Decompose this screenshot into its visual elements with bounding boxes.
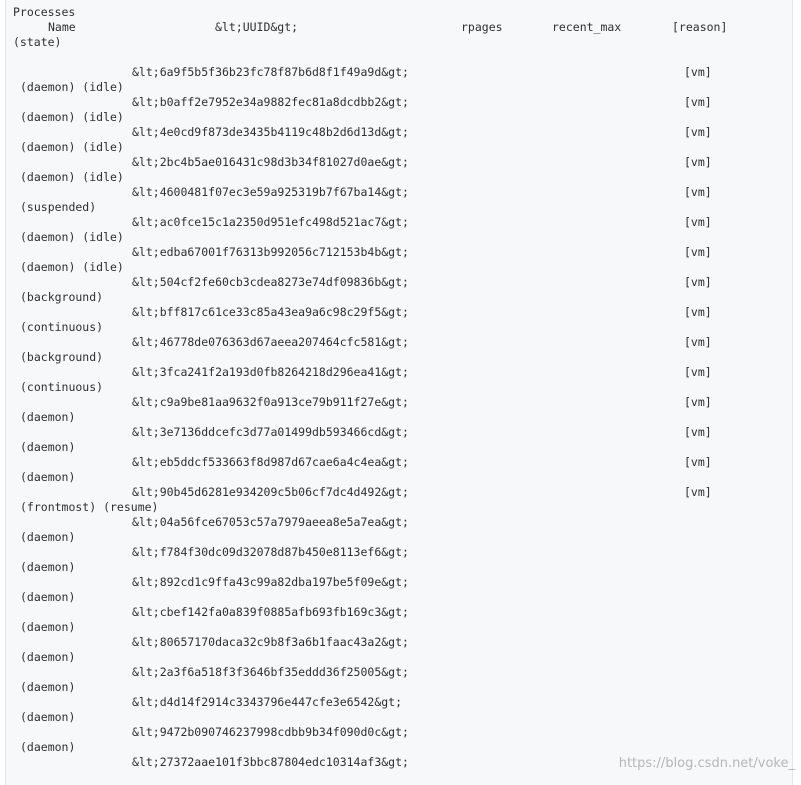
process-reason: [vm] [684, 425, 712, 439]
process-state: (daemon) (idle) [20, 80, 124, 94]
process-reason: [vm] [684, 155, 712, 169]
header-state-line: (state) [6, 35, 61, 50]
process-uuid: &lt;2a3f6a518f3f3646bf35eddd36f25005&gt; [132, 665, 409, 679]
process-uuid: &lt;d4d14f2914c3343796e447cfe3e6542&gt; [132, 695, 403, 709]
header-name: Name [48, 20, 76, 34]
process-state: (daemon) [20, 440, 76, 454]
header-reason: [reason] [672, 20, 728, 34]
process-uuid: &lt;f784f30dc09d32078d87b450e8113ef6&gt; [132, 545, 409, 559]
process-uuid: &lt;80657170daca32c9b8f3a6b1faac43a2&gt; [132, 635, 409, 649]
process-reason: [vm] [684, 395, 712, 409]
header-uuid: &lt;UUID&gt; [215, 20, 299, 34]
process-reason: [vm] [684, 335, 712, 349]
process-uuid: &lt;eb5ddcf533663f8d987d67cae6a4c4ea&gt; [132, 455, 409, 469]
process-state: (daemon) [20, 590, 76, 604]
process-uuid: &lt;ac0fce15c1a2350d951efc498d521ac7&gt; [132, 215, 409, 229]
process-state: (suspended) [20, 200, 97, 214]
process-uuid: &lt;504cf2fe60cb3cdea8273e74df09836b&gt; [132, 275, 409, 289]
process-state: (daemon) [20, 650, 76, 664]
process-state: (continuous) [20, 320, 104, 334]
process-state: (daemon) (idle) [20, 110, 124, 124]
process-uuid: &lt;4e0cd9f873de3435b4119c48b2d6d13d&gt; [132, 125, 409, 139]
process-reason: [vm] [684, 365, 712, 379]
process-state: (daemon) [20, 680, 76, 694]
process-uuid: &lt;2bc4b5ae016431c98d3b34f81027d0ae&gt; [132, 155, 409, 169]
process-state: (daemon) (idle) [20, 260, 124, 274]
header-title-line: Processes [6, 5, 75, 20]
process-uuid: &lt;4600481f07ec3e59a925319b7f67ba14&gt; [132, 185, 409, 199]
process-reason: [vm] [684, 125, 712, 139]
process-uuid: &lt;c9a9be81aa9632f0a913ce79b911f27e&gt; [132, 395, 409, 409]
header-rpages: rpages [461, 20, 503, 34]
code-block: Processes Name &lt;UUID&gt; rpages recen… [5, 0, 793, 785]
header-title: Processes [13, 5, 76, 19]
process-uuid: &lt;9472b090746237998cdbb9b34f090d0c&gt; [132, 725, 409, 739]
process-reason: [vm] [684, 275, 712, 289]
process-state: (frontmost) (resume) [20, 500, 159, 514]
process-state: (continuous) [20, 380, 104, 394]
process-uuid: &lt;892cd1c9ffa43c99a82dba197be5f09e&gt; [132, 575, 409, 589]
process-state: (daemon) [20, 560, 76, 574]
header-state: (state) [13, 35, 62, 49]
process-uuid: &lt;cbef142fa0a839f0885afb693fb169c3&gt; [132, 605, 409, 619]
process-uuid: &lt;90b45d6281e934209c5b06cf7dc4d492&gt; [132, 485, 409, 499]
process-reason: [vm] [684, 245, 712, 259]
process-state: (daemon) [20, 470, 76, 484]
watermark: https://blog.csdn.net/voke_ [618, 756, 795, 771]
process-state: (daemon) [20, 410, 76, 424]
process-state: (daemon) [20, 530, 76, 544]
process-state: (background) [20, 350, 104, 364]
header-recent-max: recent_max [552, 20, 622, 34]
process-uuid: &lt;edba67001f76313b992056c712153b4b&gt; [132, 245, 409, 259]
process-uuid: &lt;46778de076363d67aeea207464cfc581&gt; [132, 335, 409, 349]
process-state: (daemon) [20, 740, 76, 754]
header-columns-line: Name &lt;UUID&gt; rpages recent_max [rea… [6, 20, 727, 35]
process-reason: [vm] [684, 485, 712, 499]
process-uuid: &lt;6a9f5b5f36b23fc78f87b6d8f1f49a9d&gt; [132, 65, 409, 79]
process-uuid: &lt;b0aff2e7952e34a9882fec81a8dcdbb2&gt; [132, 95, 409, 109]
process-state: (background) [20, 290, 104, 304]
process-state: (daemon) [20, 710, 76, 724]
process-reason: [vm] [684, 65, 712, 79]
process-state: (daemon) (idle) [20, 170, 124, 184]
process-state: (daemon) (idle) [20, 140, 124, 154]
process-uuid: &lt;3e7136ddcefc3d77a01499db593466cd&gt; [132, 425, 409, 439]
process-state: (daemon) [20, 620, 76, 634]
process-uuid: &lt;27372aae101f3bbc87804edc10314af3&gt; [132, 755, 409, 769]
process-uuid: &lt;04a56fce67053c57a7979aeea8e5a7ea&gt; [132, 515, 409, 529]
process-reason: [vm] [684, 305, 712, 319]
process-reason: [vm] [684, 95, 712, 109]
process-reason: [vm] [684, 215, 712, 229]
process-reason: [vm] [684, 455, 712, 469]
process-uuid: &lt;3fca241f2a193d0fb8264218d296ea41&gt; [132, 365, 409, 379]
process-state: (daemon) (idle) [20, 230, 124, 244]
process-reason: [vm] [684, 185, 712, 199]
process-uuid: &lt;bff817c61ce33c85a43ea9a6c98c29f5&gt; [132, 305, 409, 319]
